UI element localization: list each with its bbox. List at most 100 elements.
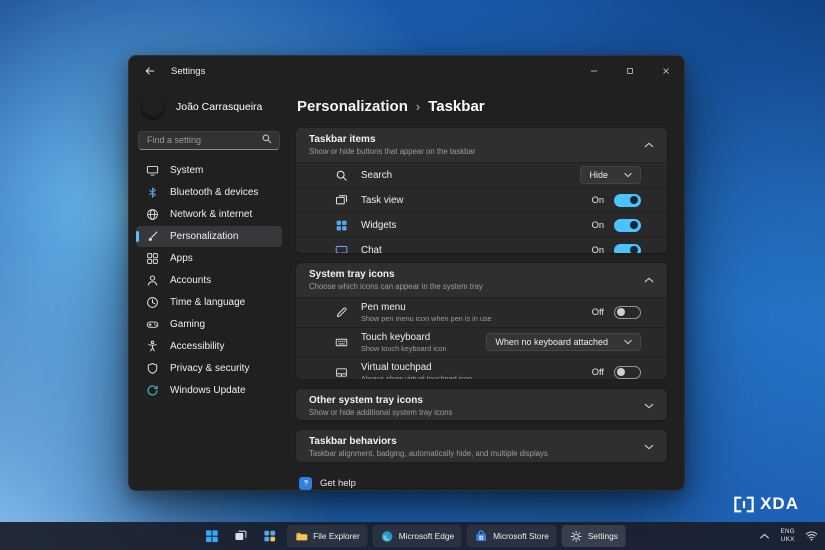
expander-header-taskbar-items[interactable]: Taskbar items Show or hide buttons that … <box>296 128 667 162</box>
search-box <box>138 130 280 150</box>
chevron-down-icon[interactable] <box>644 443 654 451</box>
chat-icon <box>334 244 349 253</box>
avatar <box>140 94 166 120</box>
sidebar-item-system[interactable]: System <box>136 160 282 181</box>
setting-row-pen-menu: Pen menu Show pen menu icon when pen is … <box>296 296 667 327</box>
sidebar-item-personalization[interactable]: Personalization <box>136 225 282 247</box>
taskbar-task-view-button[interactable] <box>228 525 252 547</box>
language-indicator[interactable]: ENG UKX <box>780 528 795 543</box>
sidebar-item-label: Apps <box>170 252 193 264</box>
os-taskbar: File Explorer Microsoft Edge Microsoft S… <box>0 522 825 550</box>
search-visibility-dropdown[interactable]: Hide <box>580 166 641 184</box>
shield-icon <box>145 361 159 375</box>
card-system-tray-icons: System tray icons Choose which icons can… <box>295 261 668 380</box>
sidebar-item-bluetooth-devices[interactable]: Bluetooth & devices <box>136 182 282 203</box>
breadcrumb-separator: › <box>415 99 421 114</box>
gamepad-icon <box>145 317 159 331</box>
maximize-button[interactable] <box>612 56 648 86</box>
chat-toggle[interactable] <box>614 243 641 253</box>
sidebar-nav: System Bluetooth & devices Network & int… <box>136 160 282 402</box>
setting-label: Touch keyboard <box>361 331 431 343</box>
wifi-icon[interactable] <box>805 530 818 542</box>
card-subtitle: Show or hide additional system tray icon… <box>309 407 453 417</box>
bluetooth-icon <box>145 185 159 199</box>
sidebar-item-label: Personalization <box>170 230 239 242</box>
caption-buttons <box>576 56 684 86</box>
window-title: Settings <box>171 65 206 77</box>
settings-gear-icon <box>570 530 582 542</box>
sidebar-item-windows-update[interactable]: Windows Update <box>136 380 282 401</box>
main-content: Personalization › Taskbar Taskbar items … <box>289 86 684 490</box>
taskbar-widgets-button[interactable] <box>257 525 281 547</box>
sidebar: João Carrasqueira System Bluetoot <box>129 86 289 490</box>
sidebar-item-accessibility[interactable]: Accessibility <box>136 336 282 357</box>
sidebar-item-apps[interactable]: Apps <box>136 248 282 269</box>
tray-chevron-up-icon[interactable] <box>759 532 770 540</box>
sidebar-item-gaming[interactable]: Gaming <box>136 314 282 335</box>
virtual-touchpad-toggle[interactable] <box>614 365 641 379</box>
globe-icon <box>145 207 159 221</box>
page-title: Taskbar <box>428 98 485 115</box>
setting-row-task-view: Task view On <box>296 187 667 212</box>
expander-header-system-tray[interactable]: System tray icons Choose which icons can… <box>296 262 667 297</box>
setting-row-widgets: Widgets On <box>296 212 667 237</box>
setting-label: Pen menu <box>361 301 406 313</box>
system-icon <box>145 163 159 177</box>
taskbar-app-settings[interactable]: Settings <box>561 525 626 547</box>
toggle-state-label: Off <box>591 367 604 378</box>
sidebar-item-label: Network & internet <box>170 208 253 220</box>
chevron-down-icon[interactable] <box>644 402 654 410</box>
card-title: Other system tray icons <box>309 394 423 406</box>
chevron-up-icon[interactable] <box>644 141 654 149</box>
sidebar-item-label: Accessibility <box>170 340 225 352</box>
card-title: Taskbar items <box>309 134 376 145</box>
taskbar-app-label: Microsoft Store <box>493 531 549 541</box>
task-view-icon <box>234 530 246 540</box>
search-input[interactable] <box>138 130 280 150</box>
sidebar-item-privacy-security[interactable]: Privacy & security <box>136 358 282 379</box>
setting-label: Widgets <box>361 219 397 231</box>
setting-row-search: Search Hide <box>296 162 667 187</box>
back-arrow-icon <box>145 67 155 75</box>
start-button[interactable] <box>199 525 223 547</box>
sidebar-item-label: Windows Update <box>170 384 246 396</box>
sidebar-item-accounts[interactable]: Accounts <box>136 270 282 291</box>
back-button[interactable] <box>137 59 163 83</box>
chevron-up-icon[interactable] <box>644 276 654 284</box>
touch-keyboard-dropdown[interactable]: When no keyboard attached <box>486 333 641 352</box>
get-help-label: Get help <box>320 477 356 489</box>
personalization-brush-icon <box>145 229 159 243</box>
close-button[interactable] <box>648 56 684 86</box>
breadcrumb-parent[interactable]: Personalization <box>297 98 408 115</box>
task-view-toggle[interactable] <box>614 193 641 207</box>
toggle-state-label: Off <box>591 307 604 318</box>
setting-sublabel: Always show virtual touchpad icon <box>361 373 473 380</box>
settings-window: Settings João Carrasqueira Find a settin… <box>128 55 685 491</box>
sidebar-item-network-internet[interactable]: Network & internet <box>136 204 282 225</box>
get-help-link[interactable]: Get help <box>299 476 668 490</box>
taskbar-app-microsoft-edge[interactable]: Microsoft Edge <box>372 525 463 547</box>
pen-menu-toggle[interactable] <box>614 305 641 319</box>
card-subtitle: Taskbar alignment, badging, automaticall… <box>309 449 548 459</box>
pen-icon <box>334 306 349 319</box>
apps-grid-icon <box>145 251 159 265</box>
minimize-button[interactable] <box>576 56 612 86</box>
account-entry[interactable]: João Carrasqueira <box>136 86 282 130</box>
task-view-icon <box>334 194 349 207</box>
sidebar-item-label: System <box>170 164 204 176</box>
toggle-state-label: On <box>591 245 604 254</box>
setting-sublabel: Show pen menu icon when pen is in use <box>361 313 492 323</box>
title-bar: Settings <box>129 56 684 86</box>
taskbar-app-microsoft-store[interactable]: Microsoft Store <box>467 525 557 547</box>
taskbar-app-file-explorer[interactable]: File Explorer <box>286 525 368 547</box>
taskbar-app-label: Microsoft Edge <box>398 531 455 541</box>
setting-label: Virtual touchpad <box>361 361 432 373</box>
close-icon <box>663 68 669 74</box>
sidebar-item-time-language[interactable]: Time & language <box>136 292 282 313</box>
keyboard-icon <box>334 336 349 349</box>
setting-row-virtual-touchpad: Virtual touchpad Always show virtual tou… <box>296 356 667 380</box>
person-icon <box>145 273 159 287</box>
expander-header-behaviors[interactable]: Taskbar behaviors Taskbar alignment, bad… <box>296 430 667 462</box>
widgets-toggle[interactable] <box>614 218 641 232</box>
expander-header-other-tray[interactable]: Other system tray icons Show or hide add… <box>296 388 667 421</box>
